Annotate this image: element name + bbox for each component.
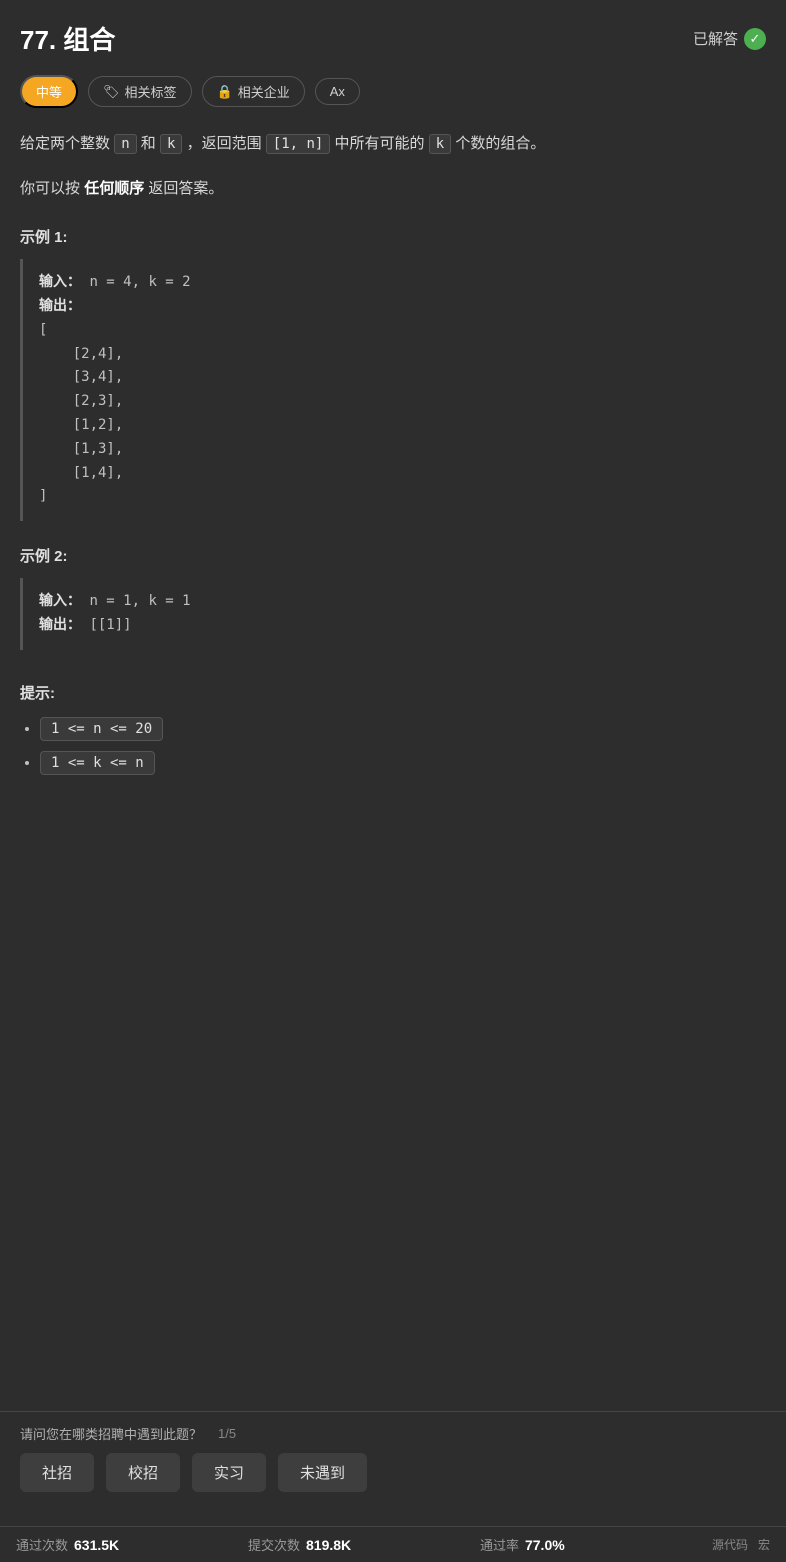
survey-buttons: 社招 校招 实习 未遇到 (20, 1453, 766, 1492)
related-companies-button[interactable]: 🔒 相关企业 (202, 76, 305, 107)
pass-count-label: 通过次数 (16, 1535, 68, 1554)
example1-output-label: 输出： (39, 298, 81, 314)
pass-rate-label: 通过率 (480, 1535, 519, 1554)
stat-pass-count: 通过次数 631.5K (16, 1535, 248, 1554)
example2-output-value: [[1]] (89, 617, 131, 633)
example1-block: 输入： n = 4, k = 2 输出： [ [2,4], [3,4], [2,… (20, 259, 766, 521)
submit-count-label: 提交次数 (248, 1535, 300, 1554)
range-code: [1, n] (266, 134, 331, 154)
tag-bar: 中等 🏷 相关标签 🔒 相关企业 Ax (20, 75, 766, 108)
stat-pass-rate: 通过率 77.0% (480, 1535, 712, 1554)
solved-icon: ✓ (744, 28, 766, 50)
submit-count-value: 819.8K (306, 1537, 351, 1553)
problem-description: 给定两个整数 n 和 k ，返回范围 [1, n] 中所有可能的 k 个数的组合… (20, 130, 766, 157)
desc-line2: 你可以按 (20, 180, 80, 197)
k-code: k (160, 134, 182, 154)
example1-output-value: [ [2,4], [3,4], [2,3], [1,2], [1,3], [1,… (39, 319, 750, 509)
survey-btn-shezha[interactable]: 社招 (20, 1453, 94, 1492)
hints-list: 1 <= n <= 20 1 <= k <= n (20, 717, 766, 775)
desc-line1-mid: ，返回范围 (187, 135, 262, 152)
footer-links: 源代码 宏 (712, 1536, 770, 1553)
solved-badge: 已解答 ✓ (693, 28, 766, 50)
desc-line2-end: 返回答案。 (148, 180, 223, 197)
survey-progress: 1/5 (218, 1426, 236, 1441)
lock-icon: 🔒 (217, 84, 233, 100)
related-tags-button[interactable]: 🏷 相关标签 (88, 76, 192, 107)
example2-block: 输入： n = 1, k = 1 输出： [[1]] (20, 578, 766, 650)
tag-icon: 🏷 (103, 84, 120, 100)
hint-code-2: 1 <= k <= n (40, 751, 155, 775)
example2-input-label: 输入： (39, 593, 81, 609)
problem-desc-line2: 你可以按 任何顺序 返回答案。 (20, 175, 766, 202)
example1-label: 示例 1: (20, 226, 766, 247)
macro-link[interactable]: 宏 (758, 1536, 770, 1553)
source-code-link[interactable]: 源代码 (712, 1536, 748, 1553)
pass-count-value: 631.5K (74, 1537, 119, 1553)
desc-line1-end: 个数的组合。 (455, 135, 545, 152)
survey-question-text: 请问您在哪类招聘中遇到此题？ (20, 1424, 202, 1443)
survey-btn-not-encountered[interactable]: 未遇到 (278, 1453, 367, 1492)
survey-btn-shixi[interactable]: 实习 (192, 1453, 266, 1492)
example1-input-line: 输入： n = 4, k = 2 (39, 271, 750, 295)
stat-submit-count: 提交次数 819.8K (248, 1535, 480, 1554)
example1-input-value: n = 4, k = 2 (89, 274, 190, 290)
desc-and: 和 (141, 135, 156, 152)
solved-label: 已解答 (693, 28, 738, 49)
desc-bold: 任何顺序 (84, 180, 144, 197)
problem-header: 77. 组合 已解答 ✓ (20, 20, 766, 57)
pass-rate-value: 77.0% (525, 1537, 565, 1553)
example2-input-line: 输入： n = 1, k = 1 (39, 590, 750, 614)
hints-label: 提示: (20, 682, 766, 703)
example1-input-label: 输入： (39, 274, 81, 290)
example1-output-label-line: 输出： (39, 295, 750, 319)
survey-question-row: 请问您在哪类招聘中遇到此题？ 1/5 (20, 1424, 766, 1443)
example2-label: 示例 2: (20, 545, 766, 566)
survey-bar: 请问您在哪类招聘中遇到此题？ 1/5 社招 校招 实习 未遇到 (0, 1411, 786, 1502)
hint-item-1: 1 <= n <= 20 (40, 717, 766, 741)
survey-btn-xiaozha[interactable]: 校招 (106, 1453, 180, 1492)
example2-input-value: n = 1, k = 1 (89, 593, 190, 609)
n-code: n (114, 134, 136, 154)
desc-line1-suffix: 中所有可能的 (335, 135, 425, 152)
hint-code-1: 1 <= n <= 20 (40, 717, 163, 741)
main-content: 77. 组合 已解答 ✓ 中等 🏷 相关标签 🔒 相关企业 Ax 给定两个整数 … (0, 0, 786, 905)
example2-output-label: 输出： (39, 617, 81, 633)
difficulty-tag[interactable]: 中等 (20, 75, 78, 108)
example2-output-line: 输出： [[1]] (39, 614, 750, 638)
desc-line1-prefix: 给定两个整数 (20, 135, 110, 152)
problem-title: 77. 组合 (20, 20, 115, 57)
hint-item-2: 1 <= k <= n (40, 751, 766, 775)
font-size-button[interactable]: Ax (315, 78, 360, 105)
k-code2: k (429, 134, 451, 154)
stats-footer: 通过次数 631.5K 提交次数 819.8K 通过率 77.0% 源代码 宏 (0, 1526, 786, 1562)
